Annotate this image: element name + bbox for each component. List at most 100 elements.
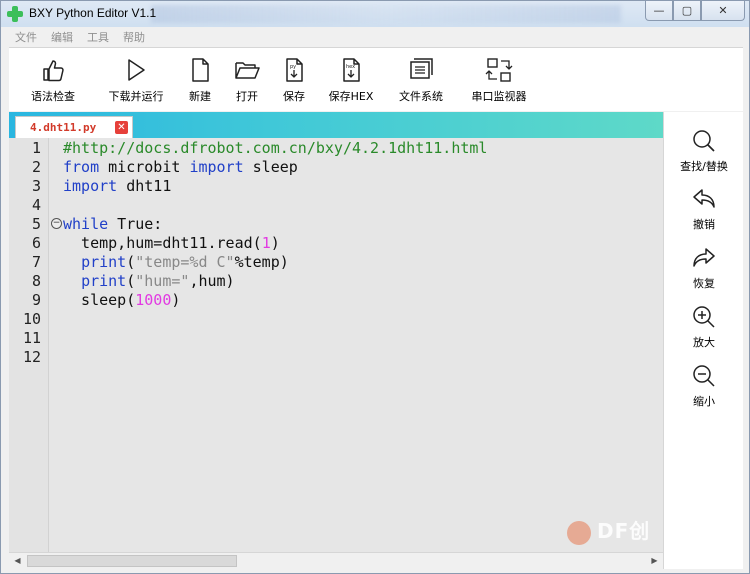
serial-monitor-button[interactable]: 串口监视器	[459, 48, 539, 112]
menu-bar: 文件 编辑 工具 帮助	[9, 28, 745, 46]
code-token: import	[63, 177, 118, 195]
line-number: 7	[31, 253, 41, 271]
save-label: 保存	[283, 90, 305, 103]
code-token: )	[171, 291, 181, 309]
play-icon	[128, 59, 145, 81]
redo-button[interactable]: 恢复	[664, 245, 744, 291]
window-title: BXY Python Editor V1.1	[29, 6, 157, 20]
redo-icon	[693, 248, 715, 267]
file-system-icon	[410, 58, 433, 79]
code-line[interactable]: temp,hum=dht11.read(1)	[63, 234, 677, 253]
code-token: %temp)	[234, 253, 289, 271]
tab-strip: 4.dht11.py ✕	[9, 112, 663, 138]
code-line[interactable]: #http://docs.dfrobot.com.cn/bxy/4.2.1dht…	[63, 139, 677, 158]
code-token: dht11	[117, 177, 172, 195]
close-button[interactable]: ✕	[701, 1, 745, 21]
thumbs-up-icon	[43, 60, 64, 82]
code-line[interactable]: while True:	[63, 215, 677, 234]
syntax-check-button[interactable]: 语法检查	[9, 48, 97, 112]
code-token: 1	[261, 234, 271, 252]
code-token: True:	[108, 215, 163, 233]
tab-dht11[interactable]: 4.dht11.py ✕	[15, 116, 133, 138]
zoom-out-label: 缩小	[693, 395, 715, 408]
window-controls: — ▢ ✕	[645, 1, 745, 21]
code-line[interactable]: print("temp=%d C"%temp)	[63, 253, 677, 272]
find-replace-button[interactable]: 查找/替换	[664, 128, 744, 174]
tab-filename: 4.dht11.py	[30, 121, 97, 134]
save-button[interactable]: py 保存	[269, 48, 319, 112]
code-token: temp,hum=dht11.read(	[63, 234, 262, 252]
code-line[interactable]: sleep(1000)	[63, 291, 677, 310]
title-bar[interactable]: BXY Python Editor V1.1 — ▢ ✕	[1, 1, 749, 27]
svg-text:py: py	[290, 64, 296, 70]
scrollbar-thumb[interactable]	[27, 555, 237, 567]
line-number: 2	[31, 158, 41, 176]
file-system-button[interactable]: 文件系统	[383, 48, 459, 112]
line-number: 6	[31, 234, 41, 252]
code-text-area[interactable]: #http://docs.dfrobot.com.cn/bxy/4.2.1dht…	[49, 138, 663, 552]
line-number: 9	[31, 291, 41, 309]
code-token: microbit	[99, 158, 190, 176]
save-py-icon: py	[286, 58, 303, 82]
code-token: import	[189, 158, 244, 176]
horizontal-scrollbar[interactable]: ◀ ▶	[9, 552, 663, 569]
line-number: 11	[22, 329, 41, 347]
undo-button[interactable]: 撤销	[664, 186, 744, 232]
code-token: #http://docs.dfrobot.com.cn/bxy/4.2.1dht…	[63, 139, 488, 157]
line-number: 3	[31, 177, 41, 195]
app-logo-icon	[7, 6, 23, 22]
code-line[interactable]: from microbit import sleep	[63, 158, 677, 177]
code-line[interactable]: print("hum=",hum)	[63, 272, 677, 291]
tab-close-icon[interactable]: ✕	[115, 121, 128, 134]
code-token: )	[270, 234, 280, 252]
undo-icon	[693, 189, 715, 208]
code-editor[interactable]: 1 2 3 4 5 6 7 8 9 10 11 12 #http://docs.dfrobot.com…	[9, 138, 663, 552]
watermark-logo-icon	[567, 521, 591, 545]
save-hex-button[interactable]: hex 保存HEX	[319, 48, 383, 112]
find-replace-label: 查找/替换	[680, 160, 728, 173]
line-number: 1	[31, 139, 41, 157]
code-line[interactable]	[63, 329, 677, 348]
open-button[interactable]: 打开	[225, 48, 269, 112]
code-token: ,hum)	[189, 272, 235, 290]
save-hex-label: 保存HEX	[328, 90, 374, 103]
maximize-button[interactable]: ▢	[673, 1, 701, 21]
line-number-gutter: 1 2 3 4 5 6 7 8 9 10 11 12	[9, 138, 49, 552]
new-file-button[interactable]: 新建	[175, 48, 225, 112]
code-token: "hum="	[135, 272, 190, 290]
zoom-in-button[interactable]: 放大	[664, 304, 744, 350]
redo-label: 恢复	[693, 277, 715, 290]
folder-open-icon	[235, 62, 260, 79]
side-panel: 查找/替换 撤销 恢复 放大 缩小	[663, 112, 743, 569]
line-number: 8	[31, 272, 41, 290]
line-number: 12	[22, 348, 41, 366]
editor-window: BXY Python Editor V1.1 — ▢ ✕ 文件 编辑 工具 帮助…	[0, 0, 750, 574]
minimize-button[interactable]: —	[645, 1, 673, 21]
scroll-left-icon[interactable]: ◀	[9, 553, 26, 569]
svg-text:hex: hex	[346, 64, 355, 70]
code-token: sleep(	[63, 291, 136, 309]
scroll-right-icon[interactable]: ▶	[646, 553, 663, 569]
menu-edit[interactable]: 编辑	[51, 29, 73, 45]
code-token: print	[81, 272, 127, 290]
zoom-out-button[interactable]: 缩小	[664, 363, 744, 409]
menu-help[interactable]: 帮助	[123, 29, 145, 45]
code-token: (	[126, 272, 136, 290]
menu-file[interactable]: 文件	[15, 29, 37, 45]
code-token: print	[81, 253, 127, 271]
code-line[interactable]	[63, 196, 677, 215]
code-line[interactable]: import dht11	[63, 177, 677, 196]
download-run-button[interactable]: 下载并运行	[97, 48, 175, 112]
zoom-in-label: 放大	[693, 336, 715, 349]
menu-tools[interactable]: 工具	[87, 29, 109, 45]
code-line[interactable]	[63, 310, 677, 329]
fold-toggle-icon[interactable]: −	[51, 218, 62, 229]
code-line[interactable]	[63, 348, 677, 367]
code-token: while	[63, 215, 109, 233]
syntax-check-label: 语法检查	[31, 90, 75, 103]
blurred-taskbar-background	[151, 5, 621, 23]
code-token: (	[126, 253, 136, 271]
watermark-text: DF创	[597, 519, 651, 543]
open-label: 打开	[236, 90, 258, 103]
